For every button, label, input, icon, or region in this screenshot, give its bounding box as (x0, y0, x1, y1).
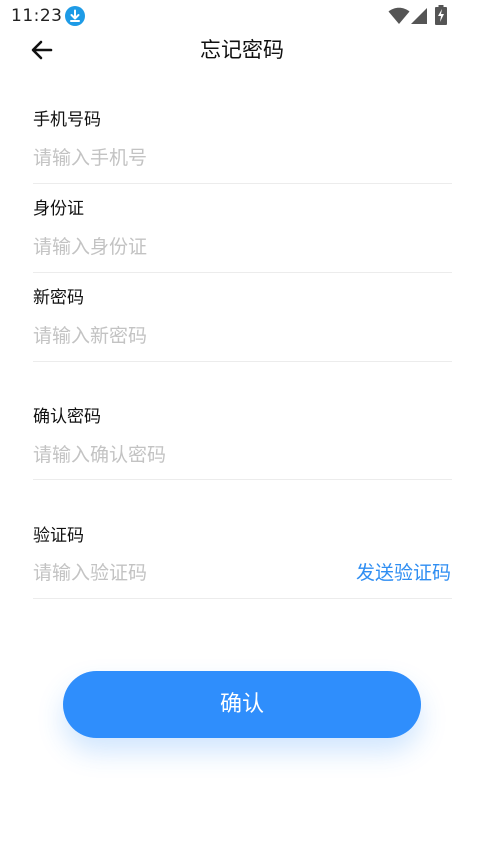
confirm-button[interactable]: 确认 (63, 671, 421, 738)
signal-icon (411, 8, 427, 24)
divider (33, 183, 452, 184)
divider (33, 598, 452, 599)
download-icon (65, 6, 85, 26)
divider (33, 479, 452, 480)
new-password-input[interactable] (33, 322, 333, 350)
phone-input[interactable] (33, 144, 333, 172)
divider (33, 272, 452, 273)
new-password-label: 新密码 (33, 288, 84, 308)
confirm-password-input[interactable] (33, 441, 333, 469)
page-title: 忘记密码 (200, 38, 284, 62)
status-time: 11:23 (11, 6, 63, 26)
verification-code-input[interactable] (33, 559, 323, 587)
arrow-left-icon[interactable] (28, 36, 56, 64)
confirm-password-label: 确认密码 (33, 407, 101, 427)
id-card-input[interactable] (33, 233, 333, 261)
wifi-icon (388, 7, 410, 24)
id-card-label: 身份证 (33, 199, 84, 219)
divider (33, 361, 452, 362)
status-bar: 11:23 (0, 0, 484, 34)
verification-code-label: 验证码 (33, 526, 84, 546)
battery-icon (435, 5, 447, 25)
send-code-button[interactable]: 发送验证码 (356, 559, 451, 587)
phone-label: 手机号码 (33, 110, 101, 130)
